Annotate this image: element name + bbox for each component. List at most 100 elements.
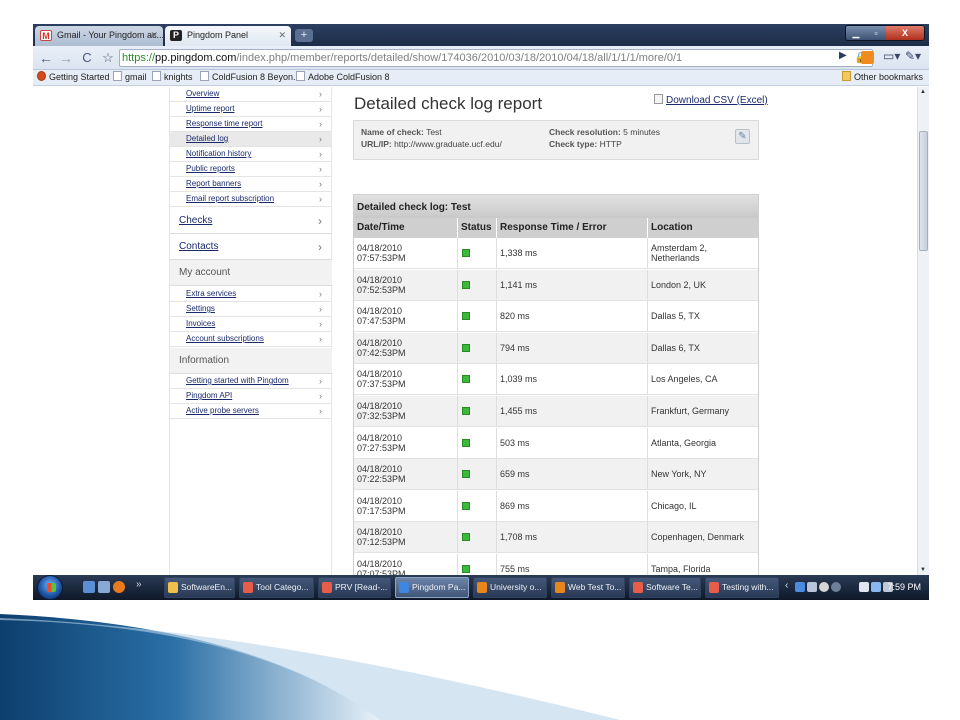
download-csv-link[interactable]: Download CSV (Excel)	[654, 94, 768, 106]
sidebar-item-active-probe-servers[interactable]: Active probe servers ›	[170, 404, 332, 419]
page-icon	[200, 71, 209, 81]
response-time-text: 1,039 ms	[500, 374, 538, 385]
sidebar-item-invoices[interactable]: Invoices ›	[170, 317, 332, 332]
column-header-status[interactable]: Status	[458, 218, 497, 238]
firefox-icon[interactable]	[113, 581, 125, 593]
table-row: 04/18/2010 07:52:53PM 1,141 ms London 2, UK	[354, 269, 758, 301]
tab-gmail[interactable]: M Gmail - Your Pingdom ac... ✕	[35, 26, 163, 46]
close-icon[interactable]: ✕	[278, 26, 286, 44]
log-table-title: Detailed check log: Test	[354, 195, 758, 218]
sidebar-item-overview[interactable]: Overview ›	[170, 87, 332, 102]
taskbar-button[interactable]: Web Test To...	[551, 577, 625, 598]
table-row: 04/18/2010 07:27:53PM 503 ms Atlanta, Georg…	[354, 427, 758, 459]
cell-location: Dallas 5, TX	[648, 301, 758, 331]
taskbar-clock[interactable]: 7:59 PM	[887, 575, 921, 600]
bookmark-knights[interactable]: knights	[152, 70, 193, 85]
sidebar-item-notification-history[interactable]: Notification history ›	[170, 147, 332, 162]
column-header-date-time[interactable]: Date/Time	[354, 218, 458, 238]
tab-pingdom-panel[interactable]: P Pingdom Panel ✕	[165, 26, 291, 46]
cell-location: Chicago, IL	[648, 491, 758, 521]
taskbar-button[interactable]: Pingdom Pa...	[395, 577, 469, 598]
back-button[interactable]: ←	[37, 49, 55, 67]
sidebar-item-label: Extra services	[186, 289, 237, 298]
other-bookmarks[interactable]: Other bookmarks	[841, 70, 923, 85]
taskbar-button[interactable]: University o...	[473, 577, 547, 598]
chevron-right-icon: ›	[319, 104, 322, 114]
start-button[interactable]	[37, 575, 63, 600]
sidebar-item-settings[interactable]: Settings ›	[170, 302, 332, 317]
sidebar-item-response-time-report[interactable]: Response time report ›	[170, 117, 332, 132]
tray-app-icon[interactable]	[795, 582, 805, 592]
windows-taskbar: » SoftwareEn... Tool Catego... PRV [Read-.…	[33, 575, 929, 600]
sidebar-item-pingdom-api[interactable]: Pingdom API ›	[170, 389, 332, 404]
minimize-button[interactable]: ▁	[846, 26, 866, 40]
location-text: Dallas 5, TX	[651, 311, 700, 322]
taskbar-button-label: Tool Catego...	[256, 582, 309, 592]
taskbar-button[interactable]: Testing with...	[705, 577, 779, 598]
edit-pencil-icon[interactable]: ✎	[735, 129, 750, 144]
sidebar-item-account-subscriptions[interactable]: Account subscriptions ›	[170, 332, 332, 347]
reload-button[interactable]: C	[78, 49, 96, 67]
cell-response-time: 1,039 ms	[497, 364, 648, 395]
sidebar-item-public-reports[interactable]: Public reports ›	[170, 162, 332, 177]
scroll-down-icon[interactable]: ▼	[920, 567, 926, 573]
scrollbar-thumb[interactable]	[919, 131, 928, 251]
forward-button[interactable]: →	[57, 49, 75, 67]
chevron-right-icon: ›	[319, 119, 322, 129]
sidebar-item-contacts[interactable]: Contacts ›	[170, 234, 332, 260]
bookmark-star-icon[interactable]: ☆	[99, 49, 117, 67]
taskbar-button[interactable]: PRV [Read-...	[318, 577, 391, 598]
tray-app-icon[interactable]	[831, 582, 841, 592]
taskbar-button-label: Pingdom Pa...	[412, 582, 466, 592]
taskbar-button-label: Web Test To...	[568, 582, 622, 592]
sidebar-item-detailed-log[interactable]: Detailed log ›	[170, 132, 332, 147]
app-icon	[709, 582, 719, 593]
network-icon[interactable]	[859, 582, 869, 592]
taskbar-button[interactable]: Tool Catego...	[239, 577, 314, 598]
sidebar-item-getting-started[interactable]: Getting started with Pingdom ›	[170, 374, 332, 389]
cell-response-time: 1,708 ms	[497, 522, 648, 553]
sidebar-item-email-report-subscription[interactable]: Email report subscription ›	[170, 192, 332, 207]
play-icon[interactable]: ▶	[839, 50, 847, 61]
check-info-box: Name of check: Test URL/IP: http://www.g…	[353, 120, 759, 160]
quicklaunch-more-icon[interactable]: »	[136, 579, 142, 590]
taskbar-button[interactable]: SoftwareEn...	[164, 577, 235, 598]
vertical-scrollbar[interactable]: ▲ ▼	[917, 87, 929, 575]
wrench-icon[interactable]: ✎▾	[905, 49, 921, 63]
tray-app-icon[interactable]	[807, 582, 817, 592]
cell-response-time: 794 ms	[497, 332, 648, 363]
close-window-button[interactable]: X	[886, 26, 924, 40]
bookmark-coldfusion-beyond[interactable]: ColdFusion 8 Beyon...	[200, 70, 301, 85]
maximize-button[interactable]: ▫	[866, 26, 886, 40]
chevron-right-icon: ›	[319, 319, 322, 329]
sidebar-item-report-banners[interactable]: Report banners ›	[170, 177, 332, 192]
response-time-text: 659 ms	[500, 469, 530, 480]
sidebar-item-checks[interactable]: Checks ›	[170, 208, 332, 234]
tray-app-icon[interactable]	[819, 582, 829, 592]
new-tab-button[interactable]: +	[295, 29, 313, 42]
show-desktop-icon[interactable]	[83, 581, 95, 593]
monitor-icon[interactable]	[871, 582, 881, 592]
bookmark-getting-started[interactable]: Getting Started	[37, 70, 110, 85]
rss-icon[interactable]	[861, 51, 874, 64]
location-text: London 2, UK	[651, 279, 707, 290]
tray-expand-icon[interactable]: ‹	[785, 580, 788, 591]
taskbar-button[interactable]: Software Te...	[629, 577, 701, 598]
check-url: URL/IP: http://www.graduate.ucf.edu/	[361, 139, 502, 149]
status-up-icon	[462, 249, 470, 257]
switch-windows-icon[interactable]	[98, 581, 110, 593]
status-up-icon	[462, 407, 470, 415]
scroll-up-icon[interactable]: ▲	[920, 89, 926, 95]
page-menu-icon[interactable]: ▭▾	[883, 49, 900, 63]
page-title: Detailed check log report	[354, 94, 543, 113]
close-icon[interactable]: ✕	[150, 26, 158, 44]
bookmark-gmail[interactable]: gmail	[113, 70, 147, 85]
time-text: 07:47:53PM	[357, 316, 406, 327]
sidebar-item-extra-services[interactable]: Extra services ›	[170, 287, 332, 302]
column-header-location[interactable]: Location	[648, 218, 758, 238]
sidebar-item-uptime-report[interactable]: Uptime report ›	[170, 102, 332, 117]
column-header-response-time[interactable]: Response Time / Error	[497, 218, 648, 238]
tab-bar: M Gmail - Your Pingdom ac... ✕ P Pingdom…	[33, 24, 929, 46]
bookmark-adobe-coldfusion[interactable]: Adobe ColdFusion 8	[296, 70, 390, 85]
address-bar[interactable]: https://pp.pingdom.com/index.php/member/…	[119, 49, 873, 67]
